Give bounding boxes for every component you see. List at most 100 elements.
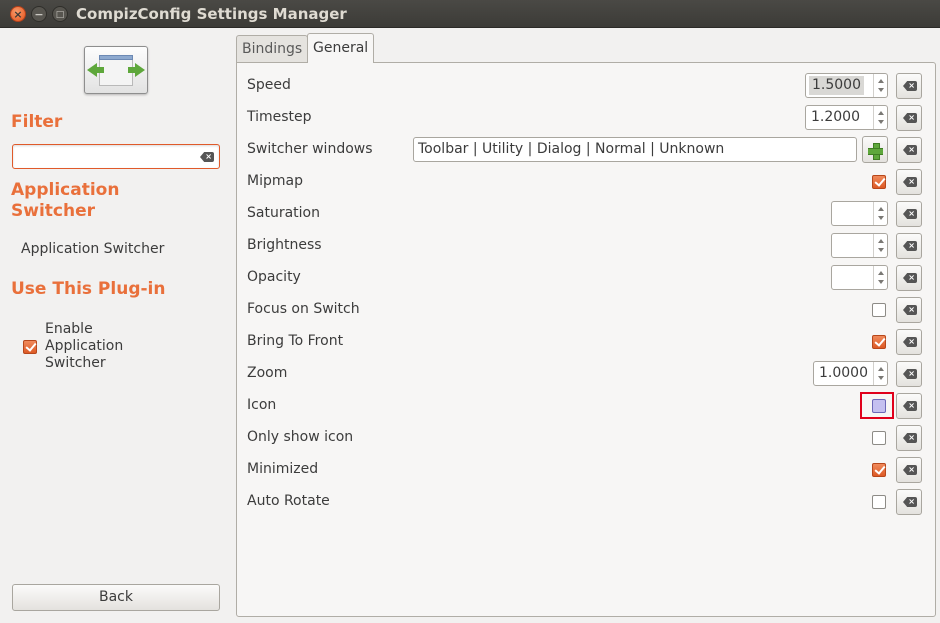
category-heading-line1: Application	[11, 180, 120, 200]
enable-label-line1: Enable	[45, 321, 93, 337]
setting-label: Bring To Front	[247, 333, 344, 349]
close-button[interactable]: ×	[10, 6, 26, 22]
clear-icon: ×	[903, 305, 917, 315]
arrow-stem-right	[128, 67, 136, 73]
reset-button[interactable]: ×	[896, 105, 922, 131]
setting-row-timestep: Timestep 1.2000 ×	[237, 103, 937, 133]
setting-row-speed: Speed 1.5000 ×	[237, 71, 937, 101]
enable-plugin-label[interactable]: Enable Application Switcher	[45, 321, 155, 372]
enable-plugin-checkbox-wrap[interactable]	[23, 340, 37, 358]
clear-icon[interactable]: ×	[200, 152, 214, 162]
window-title: CompizConfig Settings Manager	[76, 5, 347, 23]
setting-label: Speed	[247, 77, 291, 93]
reset-button[interactable]: ×	[896, 297, 922, 323]
spin-arrows-icon[interactable]	[873, 266, 887, 289]
speed-value[interactable]: 1.5000	[809, 76, 864, 95]
timestep-value[interactable]: 1.2000	[806, 106, 860, 129]
clear-icon: ×	[903, 209, 917, 219]
reset-button[interactable]: ×	[896, 137, 922, 163]
brightness-spinbox[interactable]	[831, 233, 888, 258]
category-heading: Application Switcher	[11, 180, 119, 222]
sidebar: Filter × Application Switcher Applicatio…	[0, 28, 232, 623]
clear-icon: ×	[903, 241, 917, 251]
reset-button[interactable]: ×	[896, 361, 922, 387]
window: × − □ CompizConfig Settings Manager Filt…	[0, 0, 940, 623]
brightness-value[interactable]	[832, 234, 837, 257]
arrow-stem-left	[96, 67, 104, 73]
bring-to-front-checkbox[interactable]	[872, 335, 886, 349]
enable-plugin-checkbox[interactable]	[23, 340, 37, 354]
clear-icon: ×	[903, 145, 917, 155]
reset-button[interactable]: ×	[896, 169, 922, 195]
setting-row-minimized: Minimized ×	[237, 455, 937, 485]
filter-input-box[interactable]: ×	[12, 144, 220, 169]
tab-bindings[interactable]: Bindings	[236, 35, 309, 63]
spin-arrows-icon[interactable]	[873, 106, 887, 129]
clear-icon: ×	[903, 273, 917, 283]
clear-icon: ×	[903, 497, 917, 507]
setting-label: Brightness	[247, 237, 322, 253]
reset-button[interactable]: ×	[896, 393, 922, 419]
reset-button[interactable]: ×	[896, 457, 922, 483]
enable-label-line2: Application	[45, 338, 124, 354]
spin-arrows-icon[interactable]	[873, 234, 887, 257]
clear-icon: ×	[903, 369, 917, 379]
opacity-value[interactable]	[832, 266, 837, 289]
icon-checkbox[interactable]	[872, 399, 886, 413]
filter-input[interactable]	[16, 147, 196, 166]
clear-icon: ×	[903, 465, 917, 475]
only-show-icon-checkbox[interactable]	[872, 431, 886, 445]
clear-icon: ×	[903, 81, 917, 91]
setting-label: Switcher windows	[247, 141, 373, 157]
use-plugin-heading: Use This Plug-in	[11, 279, 166, 299]
reset-button[interactable]: ×	[896, 73, 922, 99]
spin-arrows-icon[interactable]	[873, 74, 887, 97]
reset-button[interactable]: ×	[896, 265, 922, 291]
setting-row-bring-to-front: Bring To Front ×	[237, 327, 937, 357]
zoom-value[interactable]: 1.0000	[814, 362, 868, 385]
switcher-windows-field[interactable]: Toolbar | Utility | Dialog | Normal | Un…	[413, 137, 857, 162]
speed-spinbox[interactable]: 1.5000	[805, 73, 888, 98]
setting-label: Only show icon	[247, 429, 354, 445]
reset-button[interactable]: ×	[896, 329, 922, 355]
setting-row-zoom: Zoom 1.0000 ×	[237, 359, 937, 389]
spin-arrows-icon[interactable]	[873, 362, 887, 385]
category-heading-line2: Switcher	[11, 201, 95, 221]
clear-icon: ×	[903, 113, 917, 123]
minimize-button[interactable]: −	[31, 6, 47, 22]
mipmap-checkbox[interactable]	[872, 175, 886, 189]
setting-label: Icon	[247, 397, 277, 413]
zoom-spinbox[interactable]: 1.0000	[813, 361, 888, 386]
reset-button[interactable]: ×	[896, 489, 922, 515]
reset-button[interactable]: ×	[896, 233, 922, 259]
setting-row-mipmap: Mipmap ×	[237, 167, 937, 197]
saturation-value[interactable]	[832, 202, 837, 225]
application-switcher-icon	[84, 46, 148, 94]
focus-on-switch-checkbox[interactable]	[872, 303, 886, 317]
opacity-spinbox[interactable]	[831, 265, 888, 290]
tab-general[interactable]: General	[307, 33, 375, 63]
spin-arrows-icon[interactable]	[873, 202, 887, 225]
auto-rotate-checkbox[interactable]	[872, 495, 886, 509]
timestep-spinbox[interactable]: 1.2000	[805, 105, 888, 130]
minimized-checkbox[interactable]	[872, 463, 886, 477]
setting-label: Focus on Switch	[247, 301, 360, 317]
setting-row-only-show-icon: Only show icon ×	[237, 423, 937, 453]
setting-label: Mipmap	[247, 173, 303, 189]
clear-icon: ×	[903, 433, 917, 443]
back-button[interactable]: Back	[12, 584, 220, 611]
setting-row-auto-rotate: Auto Rotate ×	[237, 487, 937, 517]
category-item: Application Switcher	[21, 241, 165, 257]
setting-label: Minimized	[247, 461, 319, 477]
saturation-spinbox[interactable]	[831, 201, 888, 226]
setting-label: Timestep	[247, 109, 312, 125]
arrow-right-icon	[135, 63, 145, 77]
setting-row-switcher-windows: Switcher windows Toolbar | Utility | Dia…	[237, 135, 937, 165]
setting-label: Auto Rotate	[247, 493, 330, 509]
setting-row-opacity: Opacity ×	[237, 263, 937, 293]
maximize-button[interactable]: □	[52, 6, 68, 22]
add-button[interactable]	[862, 136, 888, 163]
reset-button[interactable]: ×	[896, 425, 922, 451]
reset-button[interactable]: ×	[896, 201, 922, 227]
setting-row-brightness: Brightness ×	[237, 231, 937, 261]
